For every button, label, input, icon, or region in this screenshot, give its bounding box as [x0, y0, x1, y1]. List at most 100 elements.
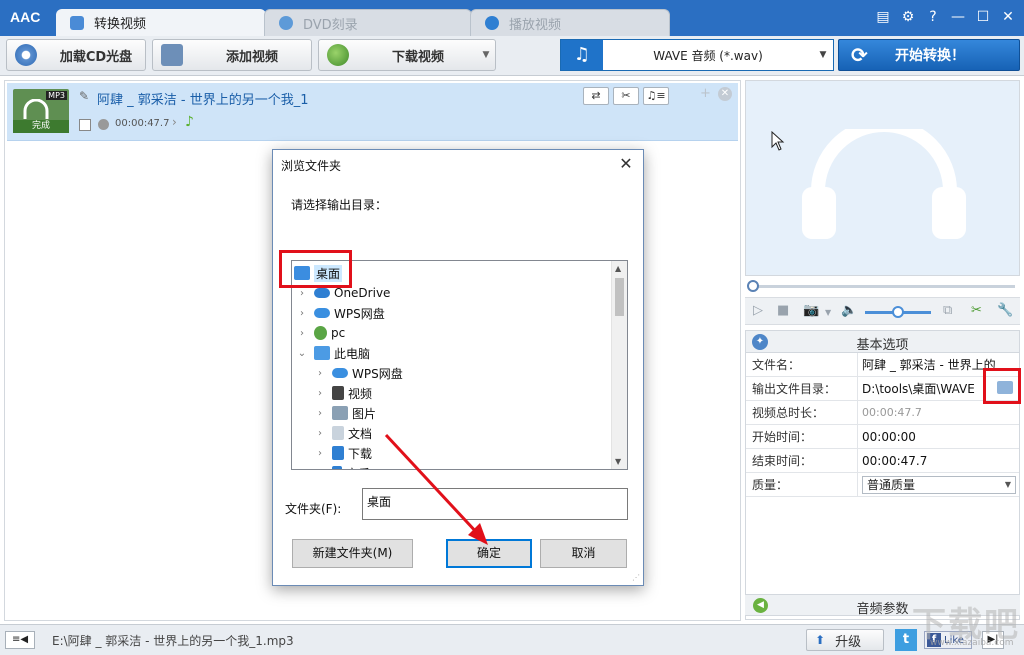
quality-select[interactable]: 普通质量 ▼: [862, 476, 1016, 494]
volume-handle[interactable]: [892, 306, 904, 318]
cancel-button[interactable]: 取消: [540, 539, 627, 568]
chevron-right-icon[interactable]: ›: [314, 448, 326, 459]
computer-icon: [314, 346, 330, 360]
list-toggle-icon[interactable]: ≡◀: [5, 631, 35, 649]
minimize-icon[interactable]: —: [950, 9, 966, 25]
chevron-right-icon[interactable]: ›: [314, 388, 326, 399]
copy-icon[interactable]: ⧉: [943, 303, 952, 318]
property-value[interactable]: 00:00:00: [858, 430, 1019, 444]
pencil-icon[interactable]: ✎: [79, 89, 89, 103]
scroll-thumb[interactable]: [615, 278, 624, 316]
tree-item-this-pc[interactable]: ⌄ 此电脑: [296, 343, 370, 363]
stop-icon[interactable]: ■: [777, 303, 789, 318]
chevron-right-icon[interactable]: ›: [296, 328, 308, 339]
chevron-right-icon[interactable]: ›: [172, 115, 177, 129]
folder-tree: 桌面 › OneDrive › WPS网盘 › pc ⌄ 此电脑 › WPS网盘: [291, 260, 628, 470]
file-duration: 00:00:47.7: [115, 118, 170, 129]
tab-dvd-burn[interactable]: DVD刻录: [264, 9, 472, 36]
folder-input[interactable]: 桌面: [362, 488, 628, 520]
swap-icon[interactable]: ⇄: [583, 87, 609, 105]
gear-icon[interactable]: ⚙: [900, 9, 916, 25]
chevron-down-icon: ▼: [819, 50, 827, 60]
download-video-button[interactable]: 下载视频 ▼: [318, 39, 496, 71]
tree-item-pictures[interactable]: › 图片: [314, 403, 376, 423]
chevron-down-icon[interactable]: ▼: [477, 50, 495, 60]
list-item[interactable]: MP3 完成 ✎ 阿肆 _ 郭采洁 - 世界上的另一个我_1 00:00:47.…: [7, 83, 738, 141]
cursor-icon: [771, 131, 785, 151]
close-icon[interactable]: ✕: [617, 154, 635, 173]
scissors-icon[interactable]: ✂: [971, 303, 982, 318]
upgrade-label: 升级: [835, 634, 862, 650]
property-key: 开始时间：: [746, 425, 858, 448]
new-folder-button[interactable]: 新建文件夹(M): [292, 539, 413, 568]
chevron-up-icon[interactable]: ▲: [615, 264, 621, 273]
add-video-button[interactable]: 添加视频: [152, 39, 312, 71]
download-video-label: 下载视频: [391, 49, 444, 65]
chevron-right-icon[interactable]: ›: [296, 288, 308, 299]
dialog-title: 浏览文件夹: [281, 159, 342, 173]
seek-slider[interactable]: [745, 280, 1020, 294]
start-convert-label: 开始转换！: [895, 48, 965, 64]
tab-label: DVD刻录: [303, 17, 358, 33]
properties-panel: ✦ 基本选项 文件名： 阿肆 _ 郭采洁 - 世界上的 输出文件目录： D:\t…: [745, 330, 1020, 620]
properties-header: ✦ 基本选项: [746, 331, 1019, 353]
scissors-icon[interactable]: ✂: [613, 87, 639, 105]
load-cd-button[interactable]: 加载CD光盘: [6, 39, 146, 71]
resize-grip-icon[interactable]: ⋰: [632, 573, 640, 582]
chevron-down-icon[interactable]: ▼: [825, 308, 831, 317]
camera-icon[interactable]: 📷: [803, 303, 819, 318]
register-icon[interactable]: ▤: [875, 9, 891, 25]
upgrade-button[interactable]: ⬆ 升级: [806, 629, 884, 651]
seek-handle[interactable]: [747, 280, 759, 292]
chevron-right-icon[interactable]: ›: [314, 428, 326, 439]
property-key: 输出文件目录：: [746, 377, 858, 400]
tree-item-videos[interactable]: › 视频: [314, 383, 372, 403]
tree-item-label: OneDrive: [334, 286, 391, 300]
cd-icon: [15, 44, 37, 66]
tab-label: 转换视频: [94, 17, 147, 32]
arrow-up-icon: ⬆: [815, 633, 826, 647]
cloud-icon: [314, 288, 330, 298]
start-convert-button[interactable]: ⟳ 开始转换！: [838, 39, 1020, 71]
chevron-right-icon[interactable]: ›: [314, 368, 326, 379]
tree-item-label: 视频: [348, 386, 373, 401]
property-value[interactable]: 00:00:47.7: [858, 454, 1019, 468]
close-icon[interactable]: ✕: [718, 87, 732, 101]
file-checkbox[interactable]: [79, 119, 91, 131]
tree-item-music[interactable]: › 音乐: [314, 463, 370, 470]
chevron-right-icon[interactable]: ›: [296, 308, 308, 319]
player-controls: ▷ ■ 📷 ▼ 🔈 ⧉ ✂ 🔧: [745, 297, 1020, 325]
close-icon[interactable]: ✕: [1000, 9, 1016, 25]
property-row: 视频总时长： 00:00:47.7: [746, 401, 1019, 425]
tree-item-wps-sub[interactable]: › WPS网盘: [314, 363, 403, 383]
status-badge: 完成: [13, 120, 69, 133]
chevron-down-icon[interactable]: ▼: [615, 457, 621, 466]
refresh-icon: ⟳: [851, 43, 868, 67]
maximize-icon[interactable]: ☐: [975, 9, 991, 25]
seek-track[interactable]: [753, 285, 1015, 288]
output-format-select[interactable]: ♫ WAVE 音频 (*.wav) ▼: [560, 39, 834, 71]
play-icon[interactable]: ▷: [753, 303, 763, 318]
help-icon[interactable]: ?: [925, 9, 941, 25]
tree-item-downloads[interactable]: › 下载: [314, 443, 372, 463]
subtitle-icon[interactable]: ♫≡: [643, 87, 669, 105]
play-icon: [485, 16, 499, 30]
chevron-down-icon[interactable]: ⌄: [296, 348, 308, 359]
property-row: 文件名： 阿肆 _ 郭采洁 - 世界上的: [746, 353, 1019, 377]
globe-icon: [327, 44, 349, 66]
file-name[interactable]: 阿肆 _ 郭采洁 - 世界上的另一个我_1: [97, 89, 309, 108]
tree-item-documents[interactable]: › 文档: [314, 423, 372, 443]
tab-convert-video[interactable]: 转换视频: [56, 9, 266, 36]
wrench-icon[interactable]: 🔧: [997, 303, 1013, 318]
tab-play-video[interactable]: 播放视频: [470, 9, 670, 36]
chevron-right-icon[interactable]: ›: [314, 408, 326, 419]
chevron-right-icon[interactable]: ›: [314, 468, 326, 470]
toolbar: 加载CD光盘 添加视频 下载视频 ▼ ♫ WAVE 音频 (*.wav) ▼ ⟳…: [0, 36, 1024, 76]
volume-icon[interactable]: 🔈: [841, 303, 857, 318]
ok-button[interactable]: 确定: [446, 539, 532, 568]
property-row: 开始时间： 00:00:00: [746, 425, 1019, 449]
plus-icon[interactable]: +: [700, 86, 711, 101]
tree-item-pc-user[interactable]: › pc: [296, 323, 345, 343]
tree-scrollbar[interactable]: ▲ ▼: [611, 261, 627, 469]
tree-item-wps[interactable]: › WPS网盘: [296, 303, 385, 323]
